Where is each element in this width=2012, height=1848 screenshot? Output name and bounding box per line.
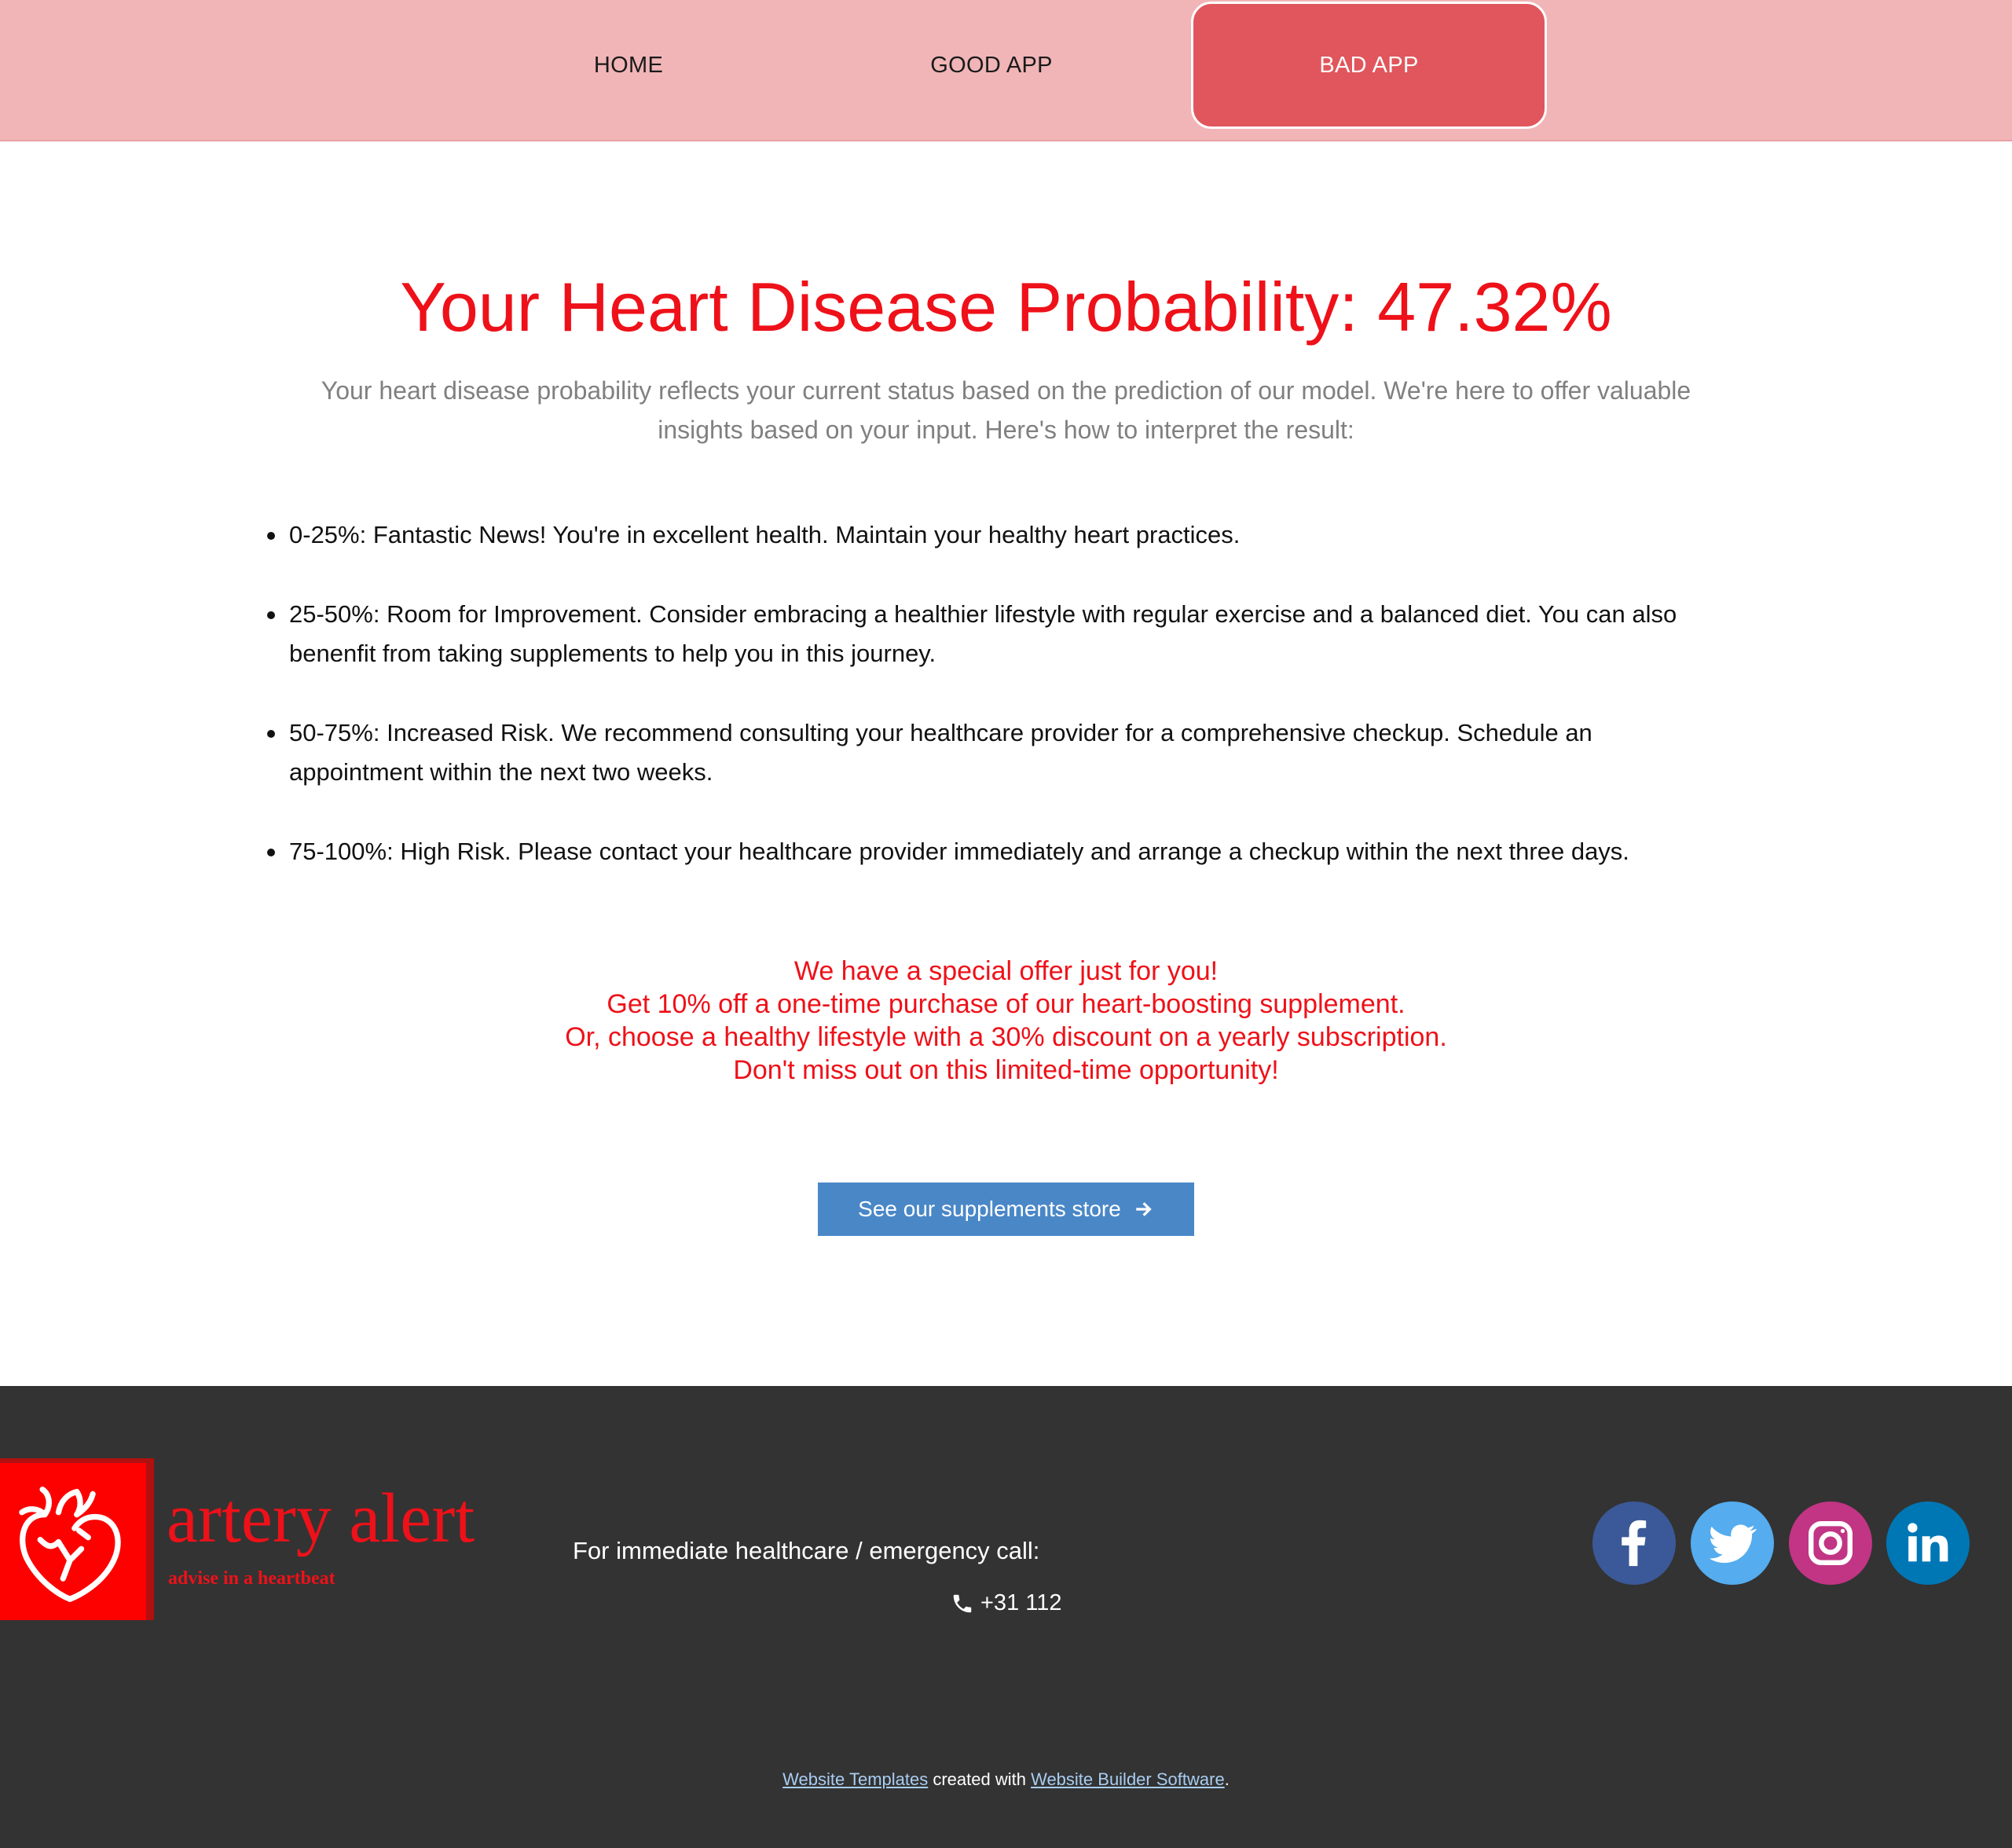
footer: artery alert advise in a heartbeat For i… — [0, 1386, 2012, 1848]
probability-ranges-list: 0-25%: Fantastic News! You're in excelle… — [267, 515, 1728, 911]
instagram-icon — [1809, 1521, 1853, 1565]
footer-credits: Website Templates created with Website B… — [0, 1769, 2012, 1790]
range-item-75-100: 75-100%: High Risk. Please contact your … — [267, 832, 1728, 871]
range-item-50-75: 50-75%: Increased Risk. We recommend con… — [267, 713, 1728, 792]
special-offer: We have a special offer just for you! Ge… — [0, 955, 2012, 1087]
probability-title: Your Heart Disease Probability: 47.32% — [400, 268, 1612, 346]
range-item-25-50: 25-50%: Room for Improvement. Consider e… — [267, 595, 1728, 673]
instagram-button[interactable] — [1789, 1502, 1872, 1585]
offer-line: Get 10% off a one-time purchase of our h… — [607, 989, 1405, 1019]
result-section: Your Heart Disease Probability: 47.32% Y… — [0, 141, 2012, 1386]
nav-bad-app-link[interactable]: BAD APP — [1191, 2, 1547, 129]
heart-organ-icon — [19, 1487, 121, 1602]
range-item-0-25: 0-25%: Fantastic News! You're in excelle… — [267, 515, 1728, 555]
facebook-button[interactable] — [1592, 1502, 1676, 1585]
arrow-right-icon — [1136, 1202, 1152, 1216]
supplements-store-button[interactable]: See our supplements store — [818, 1182, 1194, 1236]
offer-line: Or, choose a healthy lifestyle with a 30… — [565, 1022, 1447, 1052]
credits-text: created with — [928, 1769, 1032, 1789]
brand-logo[interactable] — [0, 1458, 154, 1620]
emergency-label: For immediate healthcare / emergency cal… — [573, 1537, 1040, 1564]
phone-icon — [953, 1594, 972, 1612]
website-builder-link[interactable]: Website Builder Software — [1031, 1769, 1225, 1789]
brand-tagline: advise in a heartbeat — [168, 1568, 335, 1589]
phone-contact[interactable]: +31 112 — [951, 1590, 1061, 1616]
nav-good-app-link[interactable]: GOOD APP — [874, 2, 1109, 129]
result-intro: Your heart disease probability reflects … — [321, 376, 1691, 444]
brand-name: artery alert — [167, 1480, 475, 1557]
credits-end: . — [1224, 1769, 1230, 1789]
phone-number: +31 112 — [980, 1590, 1062, 1615]
website-templates-link[interactable]: Website Templates — [782, 1769, 928, 1789]
store-button-label: See our supplements store — [858, 1197, 1121, 1221]
linkedin-icon — [1908, 1523, 1948, 1562]
nav-home-link[interactable]: HOME — [550, 2, 707, 129]
linkedin-button[interactable] — [1886, 1502, 1970, 1585]
offer-line: Don't miss out on this limited-time oppo… — [733, 1055, 1279, 1085]
facebook-icon — [1622, 1520, 1647, 1567]
offer-line: We have a special offer just for you! — [793, 956, 1219, 986]
twitter-button[interactable] — [1691, 1502, 1774, 1585]
twitter-icon — [1709, 1524, 1757, 1564]
top-navigation: HOME GOOD APP BAD APP — [0, 0, 2012, 141]
